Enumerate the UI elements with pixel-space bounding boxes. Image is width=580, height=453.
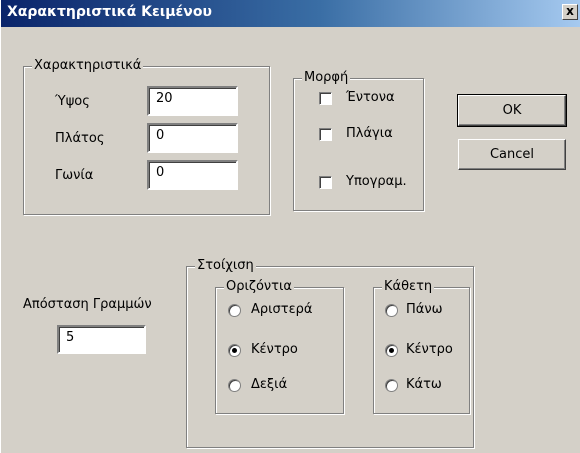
line-spacing-label: Απόσταση Γραμμών [23,297,152,312]
ok-button[interactable]: OK [457,94,567,127]
dialog-window: Χαρακτηριστικά Κειμένου x Χαρακτηριστικά… [0,0,580,453]
vertical-center-label[interactable]: Κέντρο [406,342,453,357]
horizontal-left-label[interactable]: Αριστερά [251,302,312,317]
radio-horizontal-left[interactable] [228,304,241,317]
characteristics-legend: Χαρακτηριστικά [32,58,144,74]
radio-vertical-top[interactable] [385,304,398,317]
width-label: Πλάτος [55,131,105,146]
italic-label[interactable]: Πλάγια [346,126,393,141]
horizontal-legend: Οριζόντια [224,279,294,295]
title-bar[interactable]: Χαρακτηριστικά Κειμένου x [1,0,580,27]
angle-input[interactable]: 0 [147,160,238,190]
height-input[interactable]: 20 [147,86,238,116]
cancel-button[interactable]: Cancel [458,139,566,170]
angle-label: Γωνία [55,168,94,183]
radio-vertical-center[interactable] [385,344,398,357]
width-input[interactable]: 0 [147,123,238,153]
radio-selected-dot [389,348,394,353]
underline-label[interactable]: Υπογραμ. [346,174,407,189]
vertical-bottom-label[interactable]: Κάτω [406,377,442,392]
vertical-legend: Κάθετη [382,279,435,295]
height-label: Ύψος [55,94,90,109]
bold-checkbox[interactable] [319,92,332,105]
radio-vertical-bottom[interactable] [385,379,398,392]
horizontal-right-label[interactable]: Δεξιά [251,377,287,392]
italic-checkbox[interactable] [319,128,332,141]
bold-label[interactable]: Έντονα [346,90,395,105]
line-spacing-input[interactable]: 5 [57,325,146,354]
format-legend: Μορφή [302,70,351,86]
radio-selected-dot [232,348,237,353]
alignment-legend: Στοίχιση [195,258,256,274]
underline-checkbox[interactable] [319,176,332,189]
close-button[interactable]: x [562,4,578,20]
radio-horizontal-center[interactable] [228,344,241,357]
vertical-top-label[interactable]: Πάνω [406,302,443,317]
radio-horizontal-right[interactable] [228,379,241,392]
horizontal-center-label[interactable]: Κέντρο [251,342,298,357]
window-title: Χαρακτηριστικά Κειμένου [7,4,212,20]
